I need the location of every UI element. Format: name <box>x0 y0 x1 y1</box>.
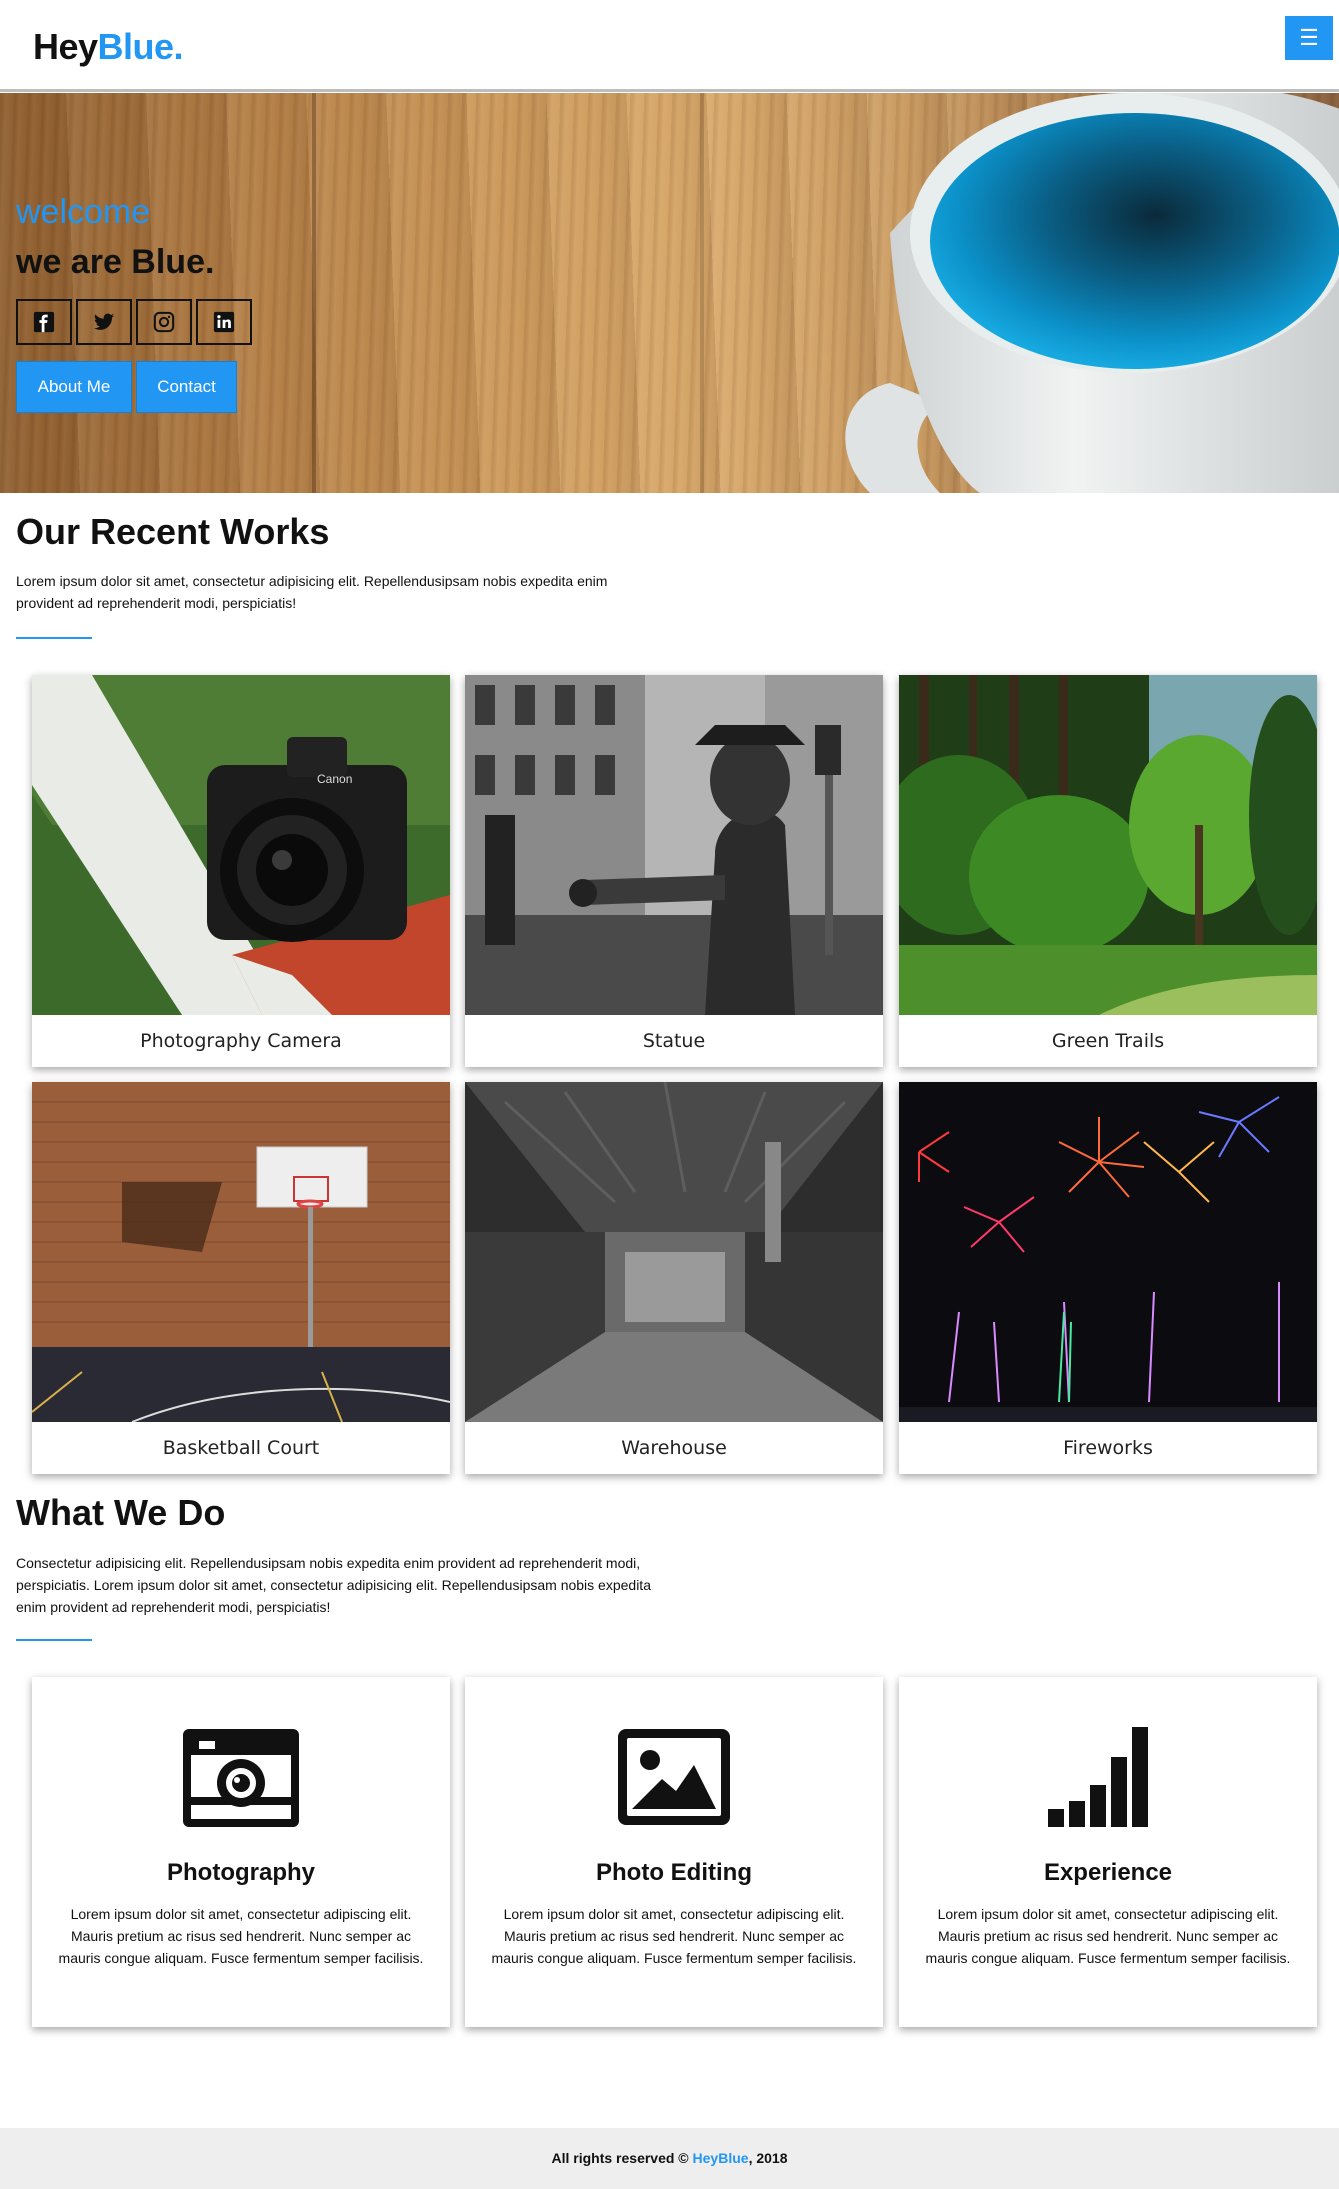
hamburger-icon: ☰ <box>1299 25 1319 50</box>
services-title: What We Do <box>16 1492 226 1533</box>
signal-bars-icon <box>1048 1727 1148 1827</box>
work-caption: Statue <box>642 1030 706 1052</box>
camera-photo: Canon <box>32 675 450 1015</box>
work-card-basketball-court[interactable]: Basketball Court <box>32 1082 450 1474</box>
services-divider <box>16 1639 92 1641</box>
works-divider <box>16 637 92 639</box>
twitter-icon <box>93 313 115 330</box>
service-card-experience: Experience Lorem ipsum dolor sit amet, c… <box>899 1677 1317 2027</box>
service-text: Lorem ipsum dolor sit amet, consectetur … <box>925 1906 1291 1966</box>
work-caption: Green Trails <box>1051 1030 1165 1052</box>
service-title: Photo Editing <box>596 1859 752 1886</box>
work-card-warehouse[interactable]: Warehouse <box>465 1082 883 1474</box>
instagram-link[interactable] <box>136 299 192 345</box>
work-image <box>899 1082 1317 1422</box>
camera-icon <box>183 1729 299 1827</box>
basketball-court-photo <box>32 1082 450 1422</box>
work-card-camera[interactable]: Canon Photography Camera <box>32 675 450 1067</box>
work-image <box>899 675 1317 1015</box>
work-card-statue[interactable]: Statue <box>465 675 883 1067</box>
instagram-icon <box>153 311 175 333</box>
linkedin-icon <box>213 311 235 333</box>
contact-button[interactable]: Contact <box>136 361 237 413</box>
social-links <box>16 299 256 345</box>
facebook-icon <box>33 311 55 333</box>
logo-prefix: Hey <box>33 26 98 67</box>
wood-plank-seam <box>700 93 704 493</box>
menu-button[interactable]: ☰ <box>1285 16 1333 60</box>
statue-photo <box>465 675 883 1015</box>
logo-suffix: Blue. <box>97 26 184 67</box>
service-text: Lorem ipsum dolor sit amet, consectetur … <box>491 1906 857 1966</box>
forest-photo <box>899 675 1317 1015</box>
site-header: HeyBlue. ☰ <box>0 0 1339 92</box>
coffee-cup-image <box>845 93 1339 493</box>
works-title: Our Recent Works <box>16 511 330 552</box>
site-footer: All rights reserved © HeyBlue, 2018 <box>0 2128 1339 2189</box>
about-me-button[interactable]: About Me <box>16 361 132 413</box>
fireworks-photo <box>899 1082 1317 1422</box>
work-caption: Warehouse <box>621 1437 727 1459</box>
hero-buttons: About Me Contact <box>16 361 241 413</box>
image-icon <box>618 1729 730 1825</box>
work-card-fireworks[interactable]: Fireworks <box>899 1082 1317 1474</box>
twitter-link[interactable] <box>76 299 132 345</box>
hero-banner: welcome we are Blue. About Me Contact <box>0 93 1339 493</box>
service-title: Experience <box>1043 1859 1173 1886</box>
work-caption: Basketball Court <box>162 1437 320 1459</box>
work-image <box>465 675 883 1015</box>
hero-welcome: welcome <box>16 193 151 231</box>
footer-suffix: , 2018 <box>748 2150 788 2166</box>
service-text: Lorem ipsum dolor sit amet, consectetur … <box>58 1906 424 1966</box>
work-caption: Photography Camera <box>140 1030 342 1052</box>
warehouse-photo <box>465 1082 883 1422</box>
work-image <box>32 1082 450 1422</box>
work-caption: Fireworks <box>1063 1437 1153 1459</box>
footer-brand-link[interactable]: HeyBlue <box>693 2150 749 2166</box>
services-description: Consectetur adipisicing elit. Repellendu… <box>16 1555 651 1615</box>
service-title: Photography <box>167 1859 315 1886</box>
work-card-green-trails[interactable]: Green Trails <box>899 675 1317 1067</box>
service-card-photo-editing: Photo Editing Lorem ipsum dolor sit amet… <box>465 1677 883 2027</box>
works-description: Lorem ipsum dolor sit amet, consectetur … <box>16 573 608 611</box>
work-image: Canon <box>32 675 450 1015</box>
hero-tagline: we are Blue. <box>16 243 215 281</box>
svg-text:Canon: Canon <box>317 772 352 786</box>
facebook-link[interactable] <box>16 299 72 345</box>
footer-prefix: All rights reserved © <box>551 2150 693 2166</box>
service-card-photography: Photography Lorem ipsum dolor sit amet, … <box>32 1677 450 2027</box>
work-image <box>465 1082 883 1422</box>
wood-plank-seam <box>312 93 316 493</box>
site-logo[interactable]: HeyBlue. <box>33 26 184 68</box>
linkedin-link[interactable] <box>196 299 252 345</box>
